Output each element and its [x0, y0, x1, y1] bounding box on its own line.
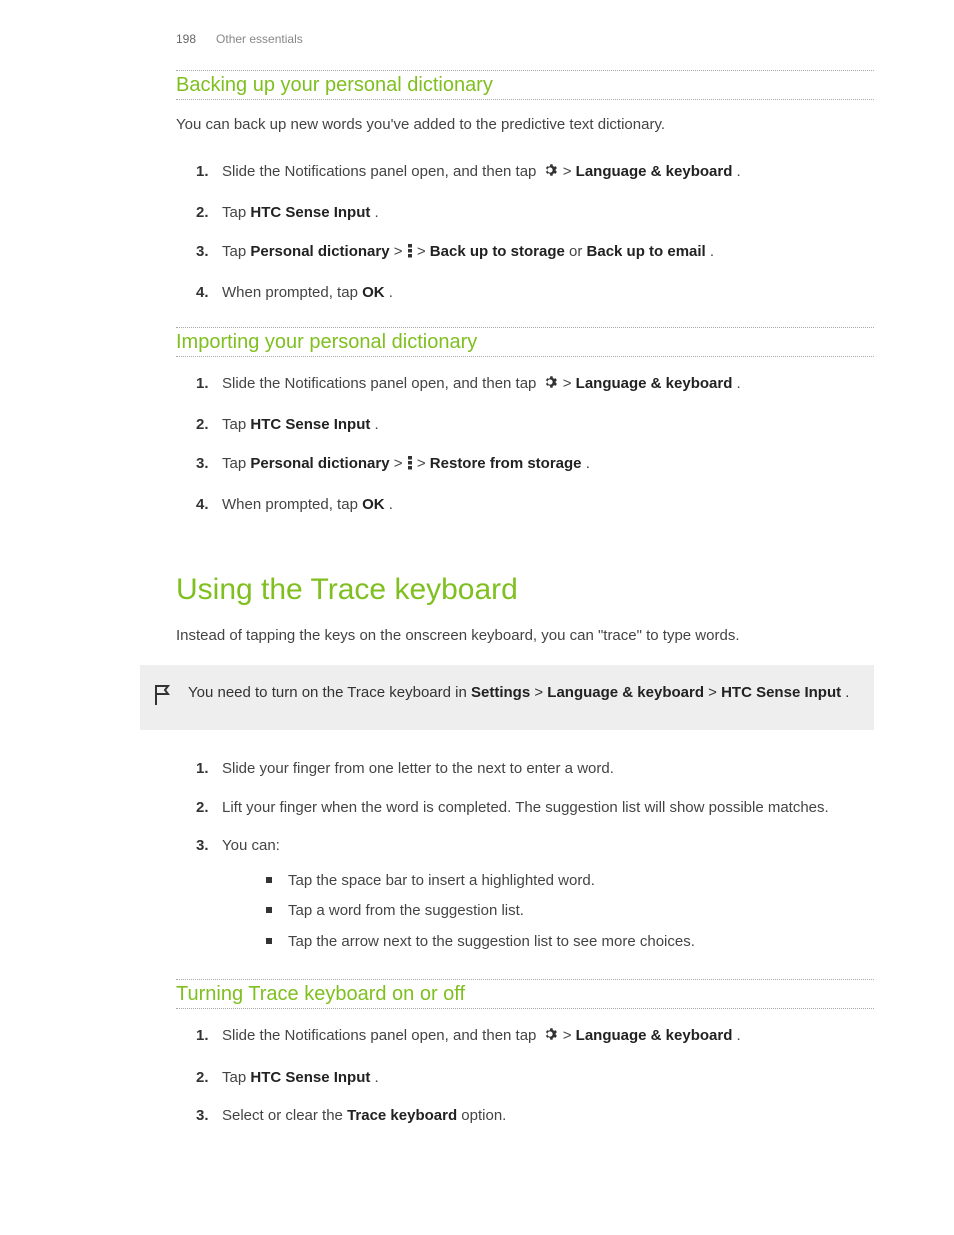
step-text: Slide the Notifications panel open, and … [222, 163, 541, 180]
step-text: > [417, 243, 430, 260]
step-text: Tap [222, 243, 250, 260]
step-text: Tap [222, 1069, 250, 1086]
step-text: Trace keyboard [347, 1107, 457, 1124]
body-text: Instead of tapping the keys on the onscr… [176, 625, 874, 648]
step-text: . [737, 1027, 741, 1044]
step-text: Language & keyboard [576, 163, 733, 180]
list-item: Slide the Notifications panel open, and … [196, 365, 874, 407]
step-text: Select or clear the [222, 1107, 347, 1124]
chapter-title: Other essentials [216, 32, 303, 46]
step-text: HTC Sense Input [250, 416, 370, 433]
step-text: Tap [222, 455, 250, 472]
step-text: . [375, 1069, 379, 1086]
step-text: Language & keyboard [576, 375, 733, 392]
ordered-list: Slide the Notifications panel open, and … [196, 1017, 874, 1136]
step-text: Tap [222, 204, 250, 221]
body-text: You can back up new words you've added t… [176, 114, 874, 137]
step-text: Language & keyboard [576, 1027, 733, 1044]
step-text: Slide your finger from one letter to the… [222, 760, 614, 777]
list-item: Tap Personal dictionary > > Restore from… [196, 445, 874, 487]
step-text: Back up to email [587, 243, 706, 260]
step-text: Back up to storage [430, 243, 565, 260]
step-text: Personal dictionary [250, 455, 389, 472]
gear-icon [541, 1025, 559, 1051]
callout-text: You need to turn on the Trace keyboard i… [188, 681, 849, 704]
list-item: Tap the space bar to insert a highlighte… [266, 866, 874, 897]
overflow-menu-icon [407, 243, 413, 267]
step-text: > [417, 455, 430, 472]
list-item: Select or clear the Trace keyboard optio… [196, 1097, 874, 1136]
step-text: > [394, 243, 407, 260]
ordered-list: Slide the Notifications panel open, and … [196, 153, 874, 313]
step-text: HTC Sense Input [250, 1069, 370, 1086]
page-number: 198 [176, 32, 196, 46]
step-text: > [563, 163, 576, 180]
step-text: When prompted, tap [222, 496, 362, 513]
step-text: OK [362, 284, 385, 301]
list-item: When prompted, tap OK . [196, 274, 874, 313]
step-text: You can: [222, 837, 280, 854]
step-text: . [737, 163, 741, 180]
list-item: Slide your finger from one letter to the… [196, 750, 874, 789]
list-item: Tap HTC Sense Input . [196, 1059, 874, 1098]
ordered-list: Slide the Notifications panel open, and … [196, 365, 874, 525]
step-text: Personal dictionary [250, 243, 389, 260]
step-text: Tap the space bar to insert a highlighte… [288, 872, 595, 889]
step-text: . [375, 416, 379, 433]
callout-text: You need to turn on the Trace keyboard i… [188, 684, 471, 701]
list-item: You can: Tap the space bar to insert a h… [196, 827, 874, 965]
step-text: . [389, 284, 393, 301]
step-text: Restore from storage [430, 455, 582, 472]
step-text: HTC Sense Input [250, 204, 370, 221]
step-text: option. [461, 1107, 506, 1124]
document-page: 198 Other essentials Backing up your per… [0, 0, 954, 1210]
gear-icon [541, 161, 559, 187]
step-text: > [394, 455, 407, 472]
overflow-menu-icon [407, 455, 413, 479]
subheading-importing: Importing your personal dictionary [176, 327, 874, 357]
list-item: Lift your finger when the word is comple… [196, 789, 874, 828]
list-item: Tap HTC Sense Input . [196, 406, 874, 445]
subheading-backing-up: Backing up your personal dictionary [176, 70, 874, 100]
unordered-list: Tap the space bar to insert a highlighte… [266, 866, 874, 958]
page-header: 198 Other essentials [176, 32, 874, 46]
heading-trace-keyboard: Using the Trace keyboard [176, 573, 874, 607]
list-item: Slide the Notifications panel open, and … [196, 153, 874, 195]
list-item: When prompted, tap OK . [196, 486, 874, 525]
callout-text: > [708, 684, 721, 701]
step-text: . [710, 243, 714, 260]
subheading-turning: Turning Trace keyboard on or off [176, 979, 874, 1009]
list-item: Tap Personal dictionary > > Back up to s… [196, 233, 874, 275]
list-item: Tap the arrow next to the suggestion lis… [266, 927, 874, 958]
step-text: Lift your finger when the word is comple… [222, 799, 829, 816]
step-text: > [563, 1027, 576, 1044]
ordered-list: Slide your finger from one letter to the… [196, 750, 874, 965]
step-text: . [389, 496, 393, 513]
step-text: > [563, 375, 576, 392]
list-item: Slide the Notifications panel open, and … [196, 1017, 874, 1059]
step-text: Slide the Notifications panel open, and … [222, 375, 541, 392]
step-text: Slide the Notifications panel open, and … [222, 1027, 541, 1044]
gear-icon [541, 373, 559, 399]
step-text: When prompted, tap [222, 284, 362, 301]
step-text: or [569, 243, 587, 260]
flag-icon [152, 683, 172, 714]
list-item: Tap HTC Sense Input . [196, 194, 874, 233]
step-text: . [586, 455, 590, 472]
step-text: . [737, 375, 741, 392]
callout-note: You need to turn on the Trace keyboard i… [140, 665, 874, 730]
list-item: Tap a word from the suggestion list. [266, 896, 874, 927]
step-text: Tap the arrow next to the suggestion lis… [288, 933, 695, 950]
step-text: OK [362, 496, 385, 513]
step-text: . [375, 204, 379, 221]
callout-text: Language & keyboard [547, 684, 704, 701]
callout-text: > [534, 684, 547, 701]
callout-text: Settings [471, 684, 530, 701]
callout-text: . [845, 684, 849, 701]
step-text: Tap [222, 416, 250, 433]
step-text: Tap a word from the suggestion list. [288, 902, 524, 919]
callout-text: HTC Sense Input [721, 684, 841, 701]
